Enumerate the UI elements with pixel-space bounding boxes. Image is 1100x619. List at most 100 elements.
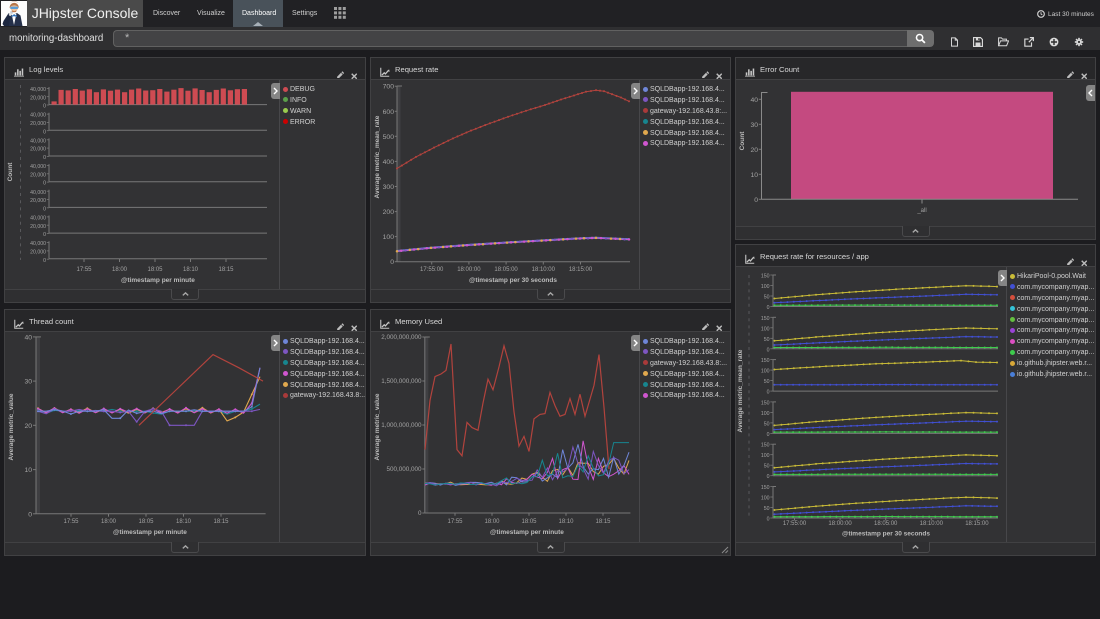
svg-text:17:55:00: 17:55:00 <box>783 521 807 527</box>
svg-text:100: 100 <box>761 496 770 502</box>
svg-text:18:00: 18:00 <box>484 519 500 525</box>
svg-text:40,000: 40,000 <box>30 190 46 196</box>
svg-text:18:00:00: 18:00:00 <box>828 521 852 527</box>
svg-text:100: 100 <box>761 453 770 459</box>
svg-text:0: 0 <box>767 347 770 353</box>
svg-text:18:15: 18:15 <box>213 519 229 525</box>
svg-text:18:00:00: 18:00:00 <box>457 267 481 273</box>
svg-text:0: 0 <box>767 432 770 438</box>
svg-text:18:10: 18:10 <box>176 519 192 525</box>
svg-text:2,000,000,000: 2,000,000,000 <box>381 334 422 341</box>
svg-text:0: 0 <box>43 155 46 161</box>
svg-text:Count: Count <box>739 131 746 151</box>
svg-text:500: 500 <box>383 134 395 141</box>
svg-text:20: 20 <box>750 147 758 154</box>
svg-text:0: 0 <box>43 232 46 238</box>
svg-text:Average metric_mean_rate: Average metric_mean_rate <box>374 115 381 198</box>
svg-text:20,000: 20,000 <box>30 198 46 204</box>
svg-text:700: 700 <box>383 84 395 91</box>
svg-text:18:05:00: 18:05:00 <box>874 521 898 527</box>
svg-text:100: 100 <box>761 411 770 417</box>
svg-text:0: 0 <box>767 517 770 523</box>
svg-text:17:55: 17:55 <box>447 519 463 525</box>
svg-text:18:15: 18:15 <box>595 519 611 525</box>
svg-text:0: 0 <box>43 181 46 187</box>
svg-text:0: 0 <box>767 390 770 396</box>
svg-text:30: 30 <box>24 379 32 386</box>
svg-text:Count: Count <box>7 162 14 182</box>
svg-text:@timestamp per 30 seconds: @timestamp per 30 seconds <box>469 277 557 284</box>
svg-text:18:10:00: 18:10:00 <box>532 267 556 273</box>
svg-text:150: 150 <box>761 443 770 449</box>
svg-text:50: 50 <box>764 464 770 470</box>
svg-text:20,000: 20,000 <box>30 121 46 127</box>
svg-text:40,000: 40,000 <box>30 164 46 170</box>
svg-text:18:00: 18:00 <box>112 267 128 273</box>
svg-text:200: 200 <box>383 209 395 216</box>
svg-text:40,000: 40,000 <box>30 87 46 93</box>
svg-text:300: 300 <box>383 184 395 191</box>
svg-text:17:55: 17:55 <box>76 267 92 273</box>
svg-text:18:15:00: 18:15:00 <box>569 267 593 273</box>
svg-text:18:00: 18:00 <box>101 519 117 525</box>
svg-text:Average metric_mean_rate: Average metric_mean_rate <box>737 349 744 432</box>
svg-text:_all: _all <box>916 208 926 214</box>
svg-text:0: 0 <box>767 305 770 311</box>
svg-text:18:10: 18:10 <box>183 267 199 273</box>
svg-text:100: 100 <box>761 284 770 290</box>
svg-text:100: 100 <box>761 369 770 375</box>
svg-text:20,000: 20,000 <box>30 147 46 153</box>
svg-text:10: 10 <box>24 467 32 474</box>
svg-text:10: 10 <box>750 172 758 179</box>
svg-text:50: 50 <box>764 295 770 301</box>
svg-text:50: 50 <box>764 379 770 385</box>
svg-text:@timestamp per 30 seconds: @timestamp per 30 seconds <box>842 531 930 538</box>
svg-text:18:05:00: 18:05:00 <box>494 267 518 273</box>
svg-text:50: 50 <box>764 337 770 343</box>
svg-text:0: 0 <box>43 104 46 110</box>
svg-text:18:05: 18:05 <box>147 267 163 273</box>
svg-text:150: 150 <box>761 400 770 406</box>
svg-text:1,500,000,000: 1,500,000,000 <box>381 378 422 385</box>
svg-text:17:55:00: 17:55:00 <box>420 267 444 273</box>
svg-text:@timestamp per minute: @timestamp per minute <box>121 277 195 284</box>
svg-text:0: 0 <box>28 511 32 518</box>
svg-text:40,000: 40,000 <box>30 113 46 119</box>
svg-text:150: 150 <box>761 274 770 280</box>
svg-text:100: 100 <box>383 234 395 241</box>
svg-text:50: 50 <box>764 506 770 512</box>
svg-text:0: 0 <box>767 474 770 480</box>
svg-text:Average metric_value: Average metric_value <box>374 393 381 460</box>
svg-text:20,000: 20,000 <box>30 172 46 178</box>
svg-text:0: 0 <box>43 258 46 264</box>
svg-text:500,000,000: 500,000,000 <box>386 466 422 473</box>
svg-text:40,000: 40,000 <box>30 216 46 222</box>
svg-text:Average metric_value: Average metric_value <box>8 393 15 460</box>
svg-text:400: 400 <box>383 159 395 166</box>
svg-text:0: 0 <box>754 197 758 204</box>
svg-text:17:55: 17:55 <box>63 519 79 525</box>
svg-text:40: 40 <box>750 97 758 104</box>
svg-text:50: 50 <box>764 421 770 427</box>
svg-text:0: 0 <box>43 129 46 135</box>
svg-text:18:05: 18:05 <box>521 519 537 525</box>
svg-text:100: 100 <box>761 326 770 332</box>
svg-text:0: 0 <box>390 259 394 266</box>
svg-text:30: 30 <box>750 122 758 129</box>
svg-text:1,000,000,000: 1,000,000,000 <box>381 422 422 429</box>
svg-text:18:15:00: 18:15:00 <box>965 521 989 527</box>
svg-text:150: 150 <box>761 316 770 322</box>
svg-text:@timestamp per minute: @timestamp per minute <box>490 529 564 536</box>
svg-text:40,000: 40,000 <box>30 138 46 144</box>
svg-text:20: 20 <box>24 423 32 430</box>
svg-text:40: 40 <box>24 334 32 341</box>
svg-text:18:10:00: 18:10:00 <box>920 521 944 527</box>
svg-text:18:10: 18:10 <box>558 519 574 525</box>
svg-text:20,000: 20,000 <box>30 224 46 230</box>
svg-text:600: 600 <box>383 109 395 116</box>
svg-text:40,000: 40,000 <box>30 241 46 247</box>
svg-text:150: 150 <box>761 358 770 364</box>
svg-text:18:05: 18:05 <box>138 519 154 525</box>
svg-text:150: 150 <box>761 485 770 491</box>
svg-text:0: 0 <box>418 510 422 517</box>
